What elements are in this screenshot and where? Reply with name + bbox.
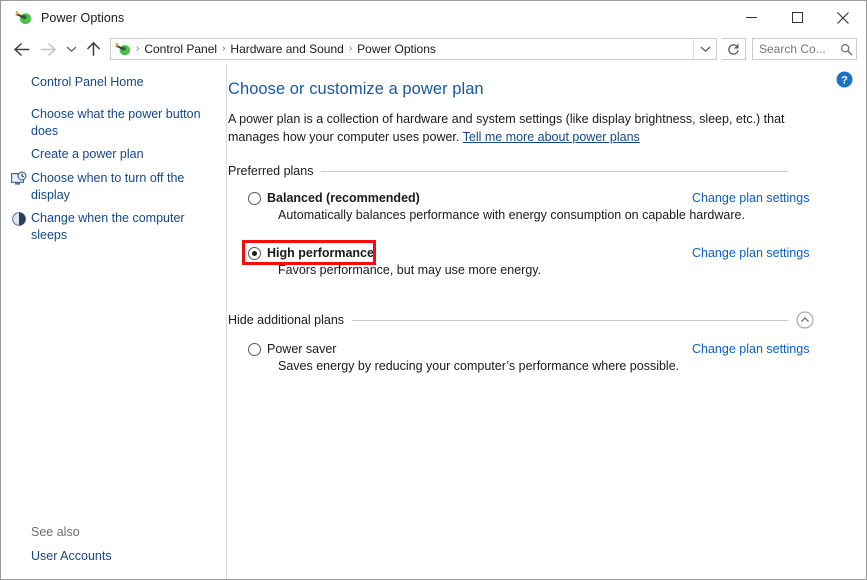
breadcrumb: › Control Panel › Hardware and Sound › P… <box>135 41 693 57</box>
sidebar-label-choose-power-button: Choose what the power button does <box>31 107 201 138</box>
sidebar-item-create-power-plan[interactable]: Create a power plan <box>1 146 226 164</box>
refresh-icon[interactable] <box>722 38 746 60</box>
plan-row-power-saver: Power saver Change plan settings Saves e… <box>248 342 816 373</box>
group-divider <box>321 170 788 172</box>
group-header-hide-additional-plans: Hide additional plans <box>228 311 816 329</box>
sidebar: Control Panel Home Choose what the power… <box>1 64 227 579</box>
change-plan-settings-high-performance[interactable]: Change plan settings <box>692 246 809 260</box>
search-box[interactable] <box>752 38 857 60</box>
search-icon <box>837 43 856 56</box>
power-options-window: Power Options › Control Panel › Hardware… <box>0 0 867 580</box>
change-plan-settings-power-saver[interactable]: Change plan settings <box>692 342 809 356</box>
moon-sleep-icon <box>11 211 27 227</box>
monitor-clock-icon <box>11 171 27 187</box>
sidebar-label-control-panel-home: Control Panel Home <box>31 75 144 89</box>
chevron-up-circle-icon[interactable] <box>796 311 814 329</box>
page-description: A power plan is a collection of hardware… <box>228 110 808 146</box>
page-title: Choose or customize a power plan <box>228 80 484 98</box>
forward-button[interactable] <box>35 36 61 62</box>
sidebar-icon-placeholder <box>11 147 27 163</box>
main-pane: ? Choose or customize a power plan A pow… <box>227 64 866 579</box>
plan-row-high-performance: High performance Change plan settings Fa… <box>242 240 816 277</box>
sidebar-icon-placeholder <box>11 75 27 91</box>
sidebar-item-user-accounts[interactable]: User Accounts <box>1 548 226 566</box>
group-label-hide-additional-plans: Hide additional plans <box>228 313 345 327</box>
plan-name-balanced: Balanced (recommended) <box>267 191 420 205</box>
sidebar-item-control-panel-home[interactable]: Control Panel Home <box>1 74 226 92</box>
power-plug-icon <box>15 9 32 26</box>
group-divider <box>352 319 788 321</box>
radio-balanced[interactable] <box>248 191 261 205</box>
group-label-preferred-plans: Preferred plans <box>228 164 314 178</box>
svg-text:?: ? <box>841 74 848 86</box>
radio-high-performance[interactable] <box>248 246 261 260</box>
see-also-title: See also <box>31 525 80 539</box>
up-button[interactable] <box>81 36 106 62</box>
address-bar[interactable]: › Control Panel › Hardware and Sound › P… <box>110 38 717 60</box>
see-also-section: See also User Accounts <box>1 525 226 566</box>
address-power-plug-icon <box>115 41 131 57</box>
sidebar-item-turn-off-display[interactable]: Choose when to turn off the display <box>1 170 226 204</box>
plan-description-power-saver: Saves energy by reducing your computer’s… <box>278 359 680 373</box>
tell-me-more-link[interactable]: Tell me more about power plans <box>463 130 640 144</box>
help-icon[interactable]: ? <box>836 71 853 88</box>
close-button[interactable] <box>820 1 866 34</box>
content-area: Control Panel Home Choose what the power… <box>1 64 866 579</box>
sidebar-item-computer-sleeps[interactable]: Change when the computer sleeps <box>1 210 226 244</box>
maximize-button[interactable] <box>774 1 820 34</box>
back-button[interactable] <box>7 36 35 62</box>
sidebar-icon-placeholder <box>11 107 27 123</box>
caption-button-group <box>728 1 866 34</box>
address-chevron-down-icon[interactable] <box>693 39 716 59</box>
title-bar: Power Options <box>1 1 866 34</box>
breadcrumb-item-hardware-and-sound[interactable]: Hardware and Sound <box>226 41 347 57</box>
breadcrumb-item-power-options[interactable]: Power Options <box>353 41 440 57</box>
sidebar-label-create-power-plan: Create a power plan <box>31 147 144 161</box>
minimize-button[interactable] <box>728 1 774 34</box>
window-title: Power Options <box>41 10 125 25</box>
plan-select-power-saver[interactable]: Power saver <box>248 342 336 356</box>
plan-description-balanced: Automatically balances performance with … <box>278 208 745 222</box>
plan-select-balanced[interactable]: Balanced (recommended) <box>248 191 420 205</box>
plan-row-balanced: Balanced (recommended) Change plan setti… <box>248 191 816 222</box>
sidebar-label-turn-off-display: Choose when to turn off the display <box>31 171 185 202</box>
plan-select-high-performance[interactable]: High performance <box>242 240 376 265</box>
sidebar-item-choose-power-button[interactable]: Choose what the power button does <box>1 106 226 140</box>
radio-power-saver[interactable] <box>248 342 261 356</box>
plan-name-high-performance: High performance <box>267 246 374 260</box>
navigation-toolbar: › Control Panel › Hardware and Sound › P… <box>1 34 866 64</box>
sidebar-label-computer-sleeps: Change when the computer sleeps <box>31 211 185 242</box>
breadcrumb-item-control-panel[interactable]: Control Panel <box>140 41 221 57</box>
group-header-preferred-plans: Preferred plans <box>228 164 816 178</box>
plan-name-power-saver: Power saver <box>267 342 337 356</box>
plan-description-high-performance: Favors performance, but may use more ene… <box>278 263 542 277</box>
change-plan-settings-balanced[interactable]: Change plan settings <box>692 191 809 205</box>
search-input[interactable] <box>759 42 837 56</box>
sidebar-label-user-accounts: User Accounts <box>31 549 112 563</box>
recent-locations-chevron-down-icon[interactable] <box>61 36 81 62</box>
